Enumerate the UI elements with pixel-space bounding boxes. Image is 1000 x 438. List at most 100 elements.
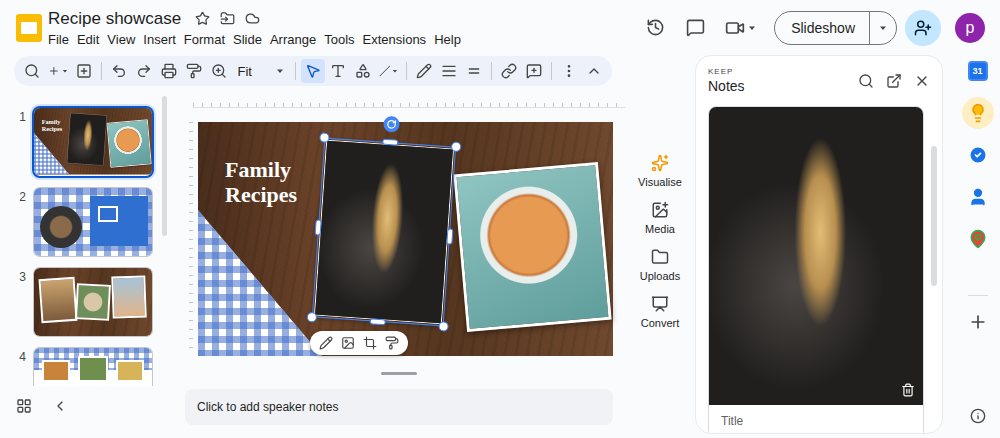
- paint-format-button[interactable]: [182, 59, 206, 83]
- notes-resize-handle[interactable]: [381, 372, 417, 375]
- plus-icon[interactable]: [48, 63, 60, 79]
- video-icon[interactable]: [725, 18, 745, 38]
- menu-item[interactable]: File: [44, 31, 73, 48]
- line-button[interactable]: [376, 59, 402, 83]
- redo-button[interactable]: [132, 59, 156, 83]
- document-title[interactable]: Recipe showcase: [48, 8, 185, 30]
- comments-button[interactable]: [677, 10, 713, 46]
- add-comment-icon[interactable]: [526, 63, 542, 79]
- crop-icon[interactable]: [363, 336, 377, 350]
- scrollbar-thumb[interactable]: [931, 146, 937, 286]
- history-icon[interactable]: [646, 18, 665, 37]
- sparkle-icon[interactable]: [651, 154, 669, 172]
- menu-item[interactable]: Help: [430, 31, 465, 48]
- delete-image-button[interactable]: [901, 383, 915, 397]
- slide-list-item[interactable]: 3: [0, 268, 162, 336]
- media-action[interactable]: Media: [645, 201, 675, 235]
- slide-thumbnail[interactable]: Family Recipes: [34, 108, 152, 176]
- pen-button[interactable]: [412, 59, 436, 83]
- close-icon[interactable]: [914, 73, 930, 89]
- menu-item[interactable]: Tools: [320, 31, 358, 48]
- line-dash-icon[interactable]: [466, 63, 482, 79]
- maps-app-button[interactable]: [962, 223, 994, 255]
- text-box-button[interactable]: [326, 59, 350, 83]
- account-avatar[interactable]: p: [955, 13, 985, 43]
- line-weight-button[interactable]: [437, 59, 461, 83]
- search-icon[interactable]: [24, 63, 40, 79]
- rotate-handle[interactable]: [383, 116, 400, 133]
- menu-item[interactable]: Extensions: [359, 31, 431, 48]
- search-icon[interactable]: [858, 73, 874, 89]
- scrollbar-thumb[interactable]: [162, 96, 167, 236]
- dropdown-caret-icon[interactable]: [748, 24, 756, 32]
- action-label[interactable]: Visualise: [638, 176, 682, 188]
- resize-handle[interactable]: [319, 132, 330, 143]
- collapse-panel-icon[interactable]: [52, 398, 68, 414]
- slide-canvas[interactable]: Family Recipes: [198, 122, 613, 356]
- slide-thumbnail[interactable]: [34, 348, 152, 386]
- resize-handle[interactable]: [451, 141, 462, 152]
- comment-icon[interactable]: [686, 18, 705, 37]
- calendar-app-button[interactable]: 31: [962, 55, 994, 87]
- slides-logo[interactable]: [10, 9, 48, 47]
- slideshow-button[interactable]: Slideshow: [774, 11, 897, 45]
- tasks-app-button[interactable]: [962, 139, 994, 171]
- resize-handle[interactable]: [446, 228, 453, 244]
- dropdown-caret-icon[interactable]: [392, 67, 398, 75]
- keep-icon[interactable]: [968, 103, 988, 123]
- menu-item[interactable]: Slide: [229, 31, 266, 48]
- menu-item[interactable]: Insert: [139, 31, 180, 48]
- slideshow-label[interactable]: Slideshow: [775, 12, 869, 44]
- search-button[interactable]: [20, 59, 44, 83]
- keep-app-button[interactable]: [962, 97, 994, 129]
- action-label[interactable]: Uploads: [640, 270, 680, 282]
- text-box-icon[interactable]: [330, 63, 346, 79]
- comment-button[interactable]: [522, 59, 546, 83]
- zoom-button[interactable]: [207, 59, 231, 83]
- info-icon[interactable]: [970, 408, 986, 424]
- rotate-icon[interactable]: [386, 119, 397, 130]
- slide-title[interactable]: Family Recipes: [225, 157, 337, 208]
- keep-scrollbar[interactable]: [931, 106, 937, 433]
- menu-item[interactable]: Format: [180, 31, 229, 48]
- resize-handle[interactable]: [307, 312, 318, 323]
- plus-icon[interactable]: [968, 312, 988, 332]
- uploads-action[interactable]: Uploads: [640, 248, 680, 282]
- dropdown-caret-icon[interactable]: [62, 67, 68, 75]
- meet-button[interactable]: [717, 10, 764, 46]
- note-card[interactable]: Title: [708, 106, 924, 434]
- print-button[interactable]: [157, 59, 181, 83]
- more-icon[interactable]: [561, 63, 577, 79]
- selection-box[interactable]: [312, 138, 456, 327]
- line-weight-icon[interactable]: [441, 63, 457, 79]
- new-slide-icon[interactable]: [76, 63, 92, 79]
- filmstrip-scrollbar[interactable]: [162, 96, 167, 386]
- tasks-icon[interactable]: [968, 145, 988, 165]
- speaker-notes[interactable]: Click to add speaker notes: [185, 389, 613, 425]
- noodles-photo[interactable]: [314, 140, 454, 325]
- open-in-new-icon[interactable]: [886, 73, 902, 89]
- cloud-saved-icon[interactable]: [245, 11, 260, 26]
- menu-item[interactable]: Arrange: [266, 31, 320, 48]
- pointer-icon[interactable]: [305, 63, 321, 79]
- resize-handle[interactable]: [370, 318, 386, 325]
- star-icon[interactable]: [195, 11, 210, 26]
- action-label[interactable]: Convert: [641, 317, 680, 329]
- resize-handle[interactable]: [438, 321, 449, 332]
- resize-handle[interactable]: [382, 139, 398, 146]
- line-dash-button[interactable]: [462, 59, 486, 83]
- print-icon[interactable]: [161, 63, 177, 79]
- share-button[interactable]: [905, 10, 941, 46]
- visualise-action[interactable]: Visualise: [638, 154, 682, 188]
- add-person-icon[interactable]: [914, 19, 932, 37]
- contacts-app-button[interactable]: [962, 181, 994, 213]
- pie-photo[interactable]: [453, 162, 611, 332]
- paint-format-icon[interactable]: [385, 336, 399, 350]
- slide-thumbnail[interactable]: [34, 188, 152, 256]
- action-label[interactable]: Media: [645, 223, 675, 235]
- slide-list-item[interactable]: 4: [0, 348, 162, 386]
- pen-icon[interactable]: [416, 63, 432, 79]
- move-folder-icon[interactable]: [220, 11, 235, 26]
- trash-icon[interactable]: [901, 383, 915, 397]
- folder-icon[interactable]: [651, 248, 669, 266]
